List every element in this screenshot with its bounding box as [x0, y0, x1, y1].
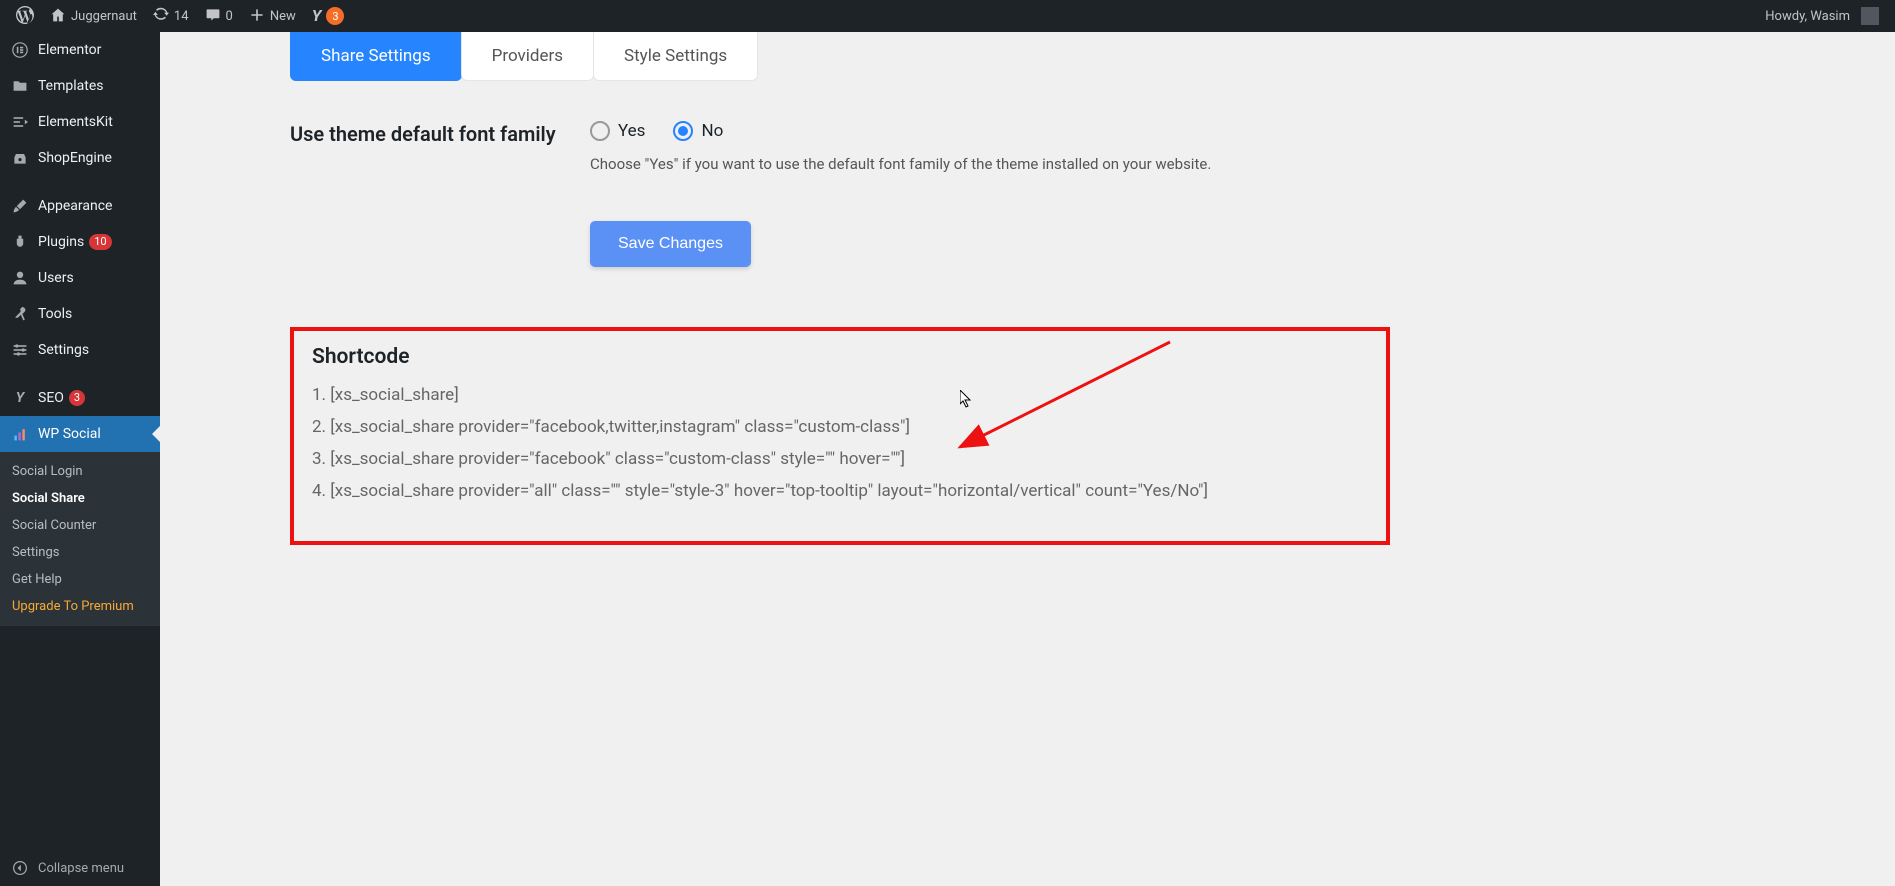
font-family-label: Use theme default font family — [290, 121, 590, 147]
brush-icon — [10, 196, 30, 216]
menu-label: SEO — [38, 390, 64, 406]
menu-label: ElementsKit — [38, 114, 113, 130]
menu-wpsocial[interactable]: WP Social — [0, 416, 160, 452]
menu-label: Users — [38, 270, 74, 286]
menu-label: Tools — [38, 306, 72, 322]
yoast-seo-icon: Y — [10, 388, 30, 408]
shopengine-icon — [10, 148, 30, 168]
menu-settings[interactable]: Settings — [0, 332, 160, 368]
site-name-link[interactable]: Juggernaut — [42, 0, 145, 32]
home-icon — [50, 7, 66, 26]
font-hint: Choose "Yes" if you want to use the defa… — [590, 155, 1390, 173]
seo-badge: 3 — [69, 390, 85, 406]
menu-elementor[interactable]: Elementor — [0, 32, 160, 68]
menu-shopengine[interactable]: ShopEngine — [0, 140, 160, 176]
elementor-icon — [10, 40, 30, 60]
radio-label: Yes — [618, 121, 645, 141]
menu-label: ShopEngine — [38, 150, 112, 166]
submenu-upgrade[interactable]: Upgrade To Premium — [0, 593, 160, 620]
collapse-label: Collapse menu — [38, 861, 124, 876]
updates-link[interactable]: 14 — [145, 0, 197, 32]
my-account-link[interactable]: Howdy, Wasim — [1757, 0, 1887, 32]
menu-label: Plugins — [38, 234, 84, 250]
shortcode-item: 1. [xs_social_share] — [312, 385, 1368, 405]
shortcode-item: 2. [xs_social_share provider="facebook,t… — [312, 417, 1368, 437]
comments-link[interactable]: 0 — [197, 0, 241, 32]
menu-label: Elementor — [38, 42, 101, 58]
new-label: New — [270, 9, 296, 24]
menu-seo[interactable]: Y SEO 3 — [0, 380, 160, 416]
submenu-social-counter[interactable]: Social Counter — [0, 512, 160, 539]
wp-logo[interactable] — [8, 0, 42, 32]
tab-style-settings[interactable]: Style Settings — [593, 32, 758, 81]
radio-icon — [673, 121, 693, 141]
wrench-icon — [10, 304, 30, 324]
yoast-link[interactable]: Y 3 — [304, 0, 353, 32]
plus-icon — [249, 7, 265, 26]
font-family-row: Use theme default font family Yes No Cho… — [290, 121, 1390, 173]
main-content: Share Settings Providers Style Settings … — [160, 32, 1895, 886]
shortcode-item: 4. [xs_social_share provider="all" class… — [312, 481, 1368, 501]
collapse-icon — [10, 858, 30, 878]
updates-icon — [153, 7, 169, 26]
radio-icon — [590, 121, 610, 141]
wordpress-icon — [16, 6, 34, 27]
yoast-badge: 3 — [326, 7, 344, 25]
comment-icon — [205, 7, 221, 26]
tab-nav: Share Settings Providers Style Settings — [290, 32, 1390, 81]
radio-label: No — [701, 121, 723, 141]
menu-templates[interactable]: Templates — [0, 68, 160, 104]
sliders-icon — [10, 340, 30, 360]
howdy-text: Howdy, Wasim — [1765, 9, 1850, 24]
updates-count: 14 — [174, 9, 189, 24]
menu-appearance[interactable]: Appearance — [0, 188, 160, 224]
menu-label: Settings — [38, 342, 89, 358]
avatar-icon — [1861, 7, 1879, 25]
admin-bar: Juggernaut 14 0 New Y 3 Howdy, Wasim — [0, 0, 1895, 32]
submenu-settings[interactable]: Settings — [0, 539, 160, 566]
shortcode-box: Shortcode 1. [xs_social_share] 2. [xs_so… — [290, 327, 1390, 545]
admin-sidebar: Elementor Templates ElementsKit ShopEngi… — [0, 32, 160, 886]
font-radio-group: Yes No — [590, 121, 1390, 141]
submenu-social-login[interactable]: Social Login — [0, 458, 160, 485]
menu-elementskit[interactable]: ElementsKit — [0, 104, 160, 140]
menu-tools[interactable]: Tools — [0, 296, 160, 332]
tab-providers[interactable]: Providers — [461, 32, 594, 81]
plug-icon — [10, 232, 30, 252]
plugins-badge: 10 — [89, 234, 111, 250]
menu-users[interactable]: Users — [0, 260, 160, 296]
submenu-social-share[interactable]: Social Share — [0, 485, 160, 512]
save-button[interactable]: Save Changes — [590, 221, 751, 267]
wpsocial-submenu: Social Login Social Share Social Counter… — [0, 452, 160, 626]
radio-no[interactable]: No — [673, 121, 723, 141]
comments-count: 0 — [226, 9, 233, 24]
shortcode-item: 3. [xs_social_share provider="facebook" … — [312, 449, 1368, 469]
wpsocial-icon — [10, 424, 30, 444]
elementskit-icon — [10, 112, 30, 132]
menu-label: Templates — [38, 78, 104, 94]
tab-share-settings[interactable]: Share Settings — [290, 32, 462, 81]
radio-yes[interactable]: Yes — [590, 121, 645, 141]
yoast-icon: Y — [312, 8, 322, 24]
folder-icon — [10, 76, 30, 96]
user-icon — [10, 268, 30, 288]
shortcode-title: Shortcode — [312, 345, 1368, 369]
menu-label: Appearance — [38, 198, 112, 214]
collapse-menu[interactable]: Collapse menu — [0, 850, 160, 886]
menu-label: WP Social — [38, 426, 101, 442]
submenu-get-help[interactable]: Get Help — [0, 566, 160, 593]
menu-plugins[interactable]: Plugins 10 — [0, 224, 160, 260]
site-name: Juggernaut — [71, 9, 137, 24]
new-content-link[interactable]: New — [241, 0, 304, 32]
